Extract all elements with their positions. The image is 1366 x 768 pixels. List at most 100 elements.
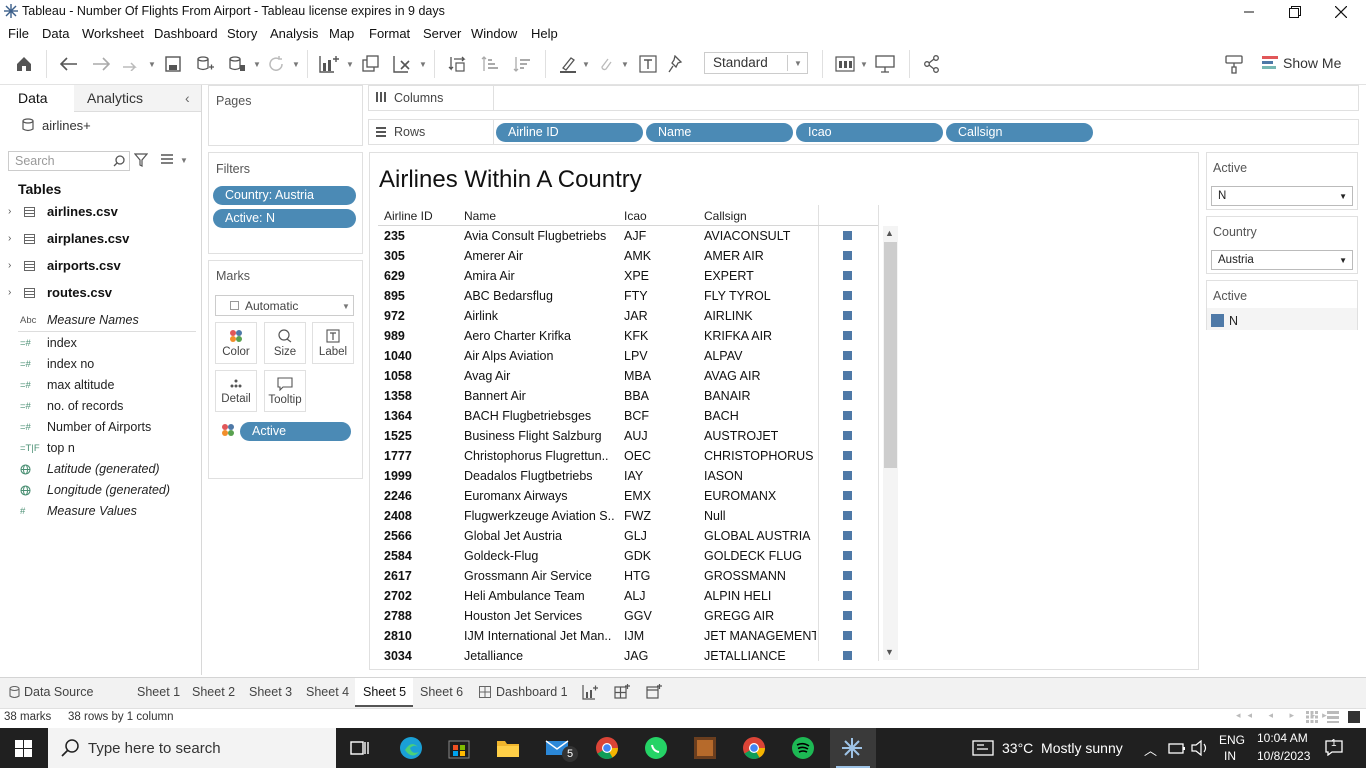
chevron-down-icon[interactable]: ▼	[621, 60, 629, 69]
table-item[interactable]: routes.csv	[47, 285, 112, 300]
chrome-icon[interactable]	[594, 736, 620, 760]
menu-story[interactable]: Story	[227, 26, 257, 41]
home-icon[interactable]	[13, 53, 35, 75]
scroll-up-icon[interactable]: ▲	[885, 228, 894, 238]
pause-datasource-icon[interactable]	[226, 53, 248, 75]
swap-rows-columns-icon[interactable]	[446, 53, 468, 75]
language-region[interactable]: IN	[1224, 749, 1236, 763]
mark-square[interactable]	[843, 311, 852, 320]
tab-sheet-3[interactable]: Sheet 3	[249, 685, 292, 699]
tab-sheet-6[interactable]: Sheet 6	[420, 685, 463, 699]
field-item[interactable]: Longitude (generated)	[47, 483, 170, 497]
menu-help[interactable]: Help	[531, 26, 558, 41]
network-icon[interactable]	[1168, 741, 1186, 755]
tab-dashboard-1[interactable]: Dashboard 1	[496, 685, 568, 699]
expand-chevron-icon[interactable]: ›	[8, 287, 11, 298]
mark-square[interactable]	[843, 291, 852, 300]
language-code[interactable]: ENG	[1219, 733, 1245, 747]
field-item[interactable]: Number of Airports	[47, 420, 151, 434]
mark-square[interactable]	[843, 531, 852, 540]
tab-data-source[interactable]: Data Source	[24, 685, 93, 699]
chevron-down-icon[interactable]: ▼	[860, 60, 868, 69]
menu-worksheet[interactable]: Worksheet	[82, 26, 144, 41]
table-item[interactable]: airlines.csv	[47, 204, 118, 219]
task-view-icon[interactable]	[350, 738, 370, 758]
fix-axes-icon[interactable]	[666, 53, 688, 75]
sheet-navigation-arrows[interactable]: ◂◂ ◂ ▸ ▸▸	[1236, 710, 1334, 721]
chevron-down-icon[interactable]: ▼	[582, 60, 590, 69]
rows-pill-airline-id[interactable]: Airline ID	[496, 123, 643, 142]
refresh-icon[interactable]	[265, 53, 287, 75]
save-icon[interactable]	[162, 53, 184, 75]
color-button[interactable]: Color	[215, 322, 257, 364]
highlight-icon[interactable]	[557, 53, 579, 75]
collapse-pane-icon[interactable]: ‹	[185, 90, 190, 106]
new-worksheet-icon[interactable]	[318, 53, 340, 75]
whatsapp-icon[interactable]	[643, 736, 669, 760]
clear-sheet-icon[interactable]	[392, 53, 414, 75]
format-painter-icon[interactable]	[1223, 53, 1245, 75]
rows-pill-callsign[interactable]: Callsign	[946, 123, 1093, 142]
edge-icon[interactable]	[398, 736, 424, 760]
field-item[interactable]: max altitude	[47, 378, 114, 392]
menu-server[interactable]: Server	[423, 26, 461, 41]
show-me-button[interactable]: Show Me	[1283, 55, 1341, 71]
show-labels-icon[interactable]	[637, 53, 659, 75]
store-icon[interactable]	[446, 736, 472, 760]
mark-square[interactable]	[843, 411, 852, 420]
duplicate-sheet-icon[interactable]	[360, 53, 382, 75]
view-list-icon[interactable]	[160, 153, 174, 165]
mark-square[interactable]	[843, 611, 852, 620]
mark-square[interactable]	[843, 471, 852, 480]
show-cards-icon[interactable]	[834, 53, 856, 75]
share-icon[interactable]	[921, 53, 943, 75]
menu-window[interactable]: Window	[471, 26, 517, 41]
replay-icon[interactable]	[120, 53, 142, 75]
mark-square[interactable]	[843, 331, 852, 340]
menu-file[interactable]: File	[8, 26, 29, 41]
field-item[interactable]: Measure Values	[47, 504, 137, 518]
sheet-sorter-icon[interactable]	[1306, 711, 1318, 723]
field-item[interactable]: no. of records	[47, 399, 123, 413]
filter-icon[interactable]	[134, 153, 148, 167]
tableau-taskbar-icon[interactable]	[840, 736, 866, 760]
rows-pill-icao[interactable]: Icao	[796, 123, 943, 142]
mark-square[interactable]	[843, 371, 852, 380]
windows-start-icon[interactable]	[15, 740, 32, 757]
field-item[interactable]: top n	[47, 441, 75, 455]
pages-card[interactable]: Pages	[208, 85, 363, 146]
menu-dashboard[interactable]: Dashboard	[154, 26, 218, 41]
detail-button[interactable]: Detail	[215, 370, 257, 412]
chevron-down-icon[interactable]: ▼	[419, 60, 427, 69]
mark-square[interactable]	[843, 491, 852, 500]
menu-format[interactable]: Format	[369, 26, 410, 41]
sort-descending-icon[interactable]	[511, 53, 533, 75]
clock-time[interactable]: 10:04 AM	[1257, 731, 1308, 745]
label-button[interactable]: Label	[312, 322, 354, 364]
spotify-icon[interactable]	[790, 736, 816, 760]
mark-square[interactable]	[843, 651, 852, 660]
menu-map[interactable]: Map	[329, 26, 354, 41]
active-filter-dropdown[interactable]: N ▼	[1211, 186, 1353, 206]
mark-square[interactable]	[843, 351, 852, 360]
chevron-down-icon[interactable]: ▼	[148, 60, 156, 69]
mark-square[interactable]	[843, 591, 852, 600]
new-story-tab-icon[interactable]	[646, 684, 662, 700]
search-field[interactable]: Search	[8, 151, 130, 171]
mark-square[interactable]	[843, 391, 852, 400]
expand-chevron-icon[interactable]: ›	[8, 206, 11, 217]
marks-pill-active[interactable]: Active	[240, 422, 351, 441]
country-filter-dropdown[interactable]: Austria ▼	[1211, 250, 1353, 270]
clock-date[interactable]: 10/8/2023	[1257, 749, 1310, 763]
table-item[interactable]: airports.csv	[47, 258, 121, 273]
mark-square[interactable]	[843, 231, 852, 240]
chrome-profile-icon[interactable]	[741, 736, 767, 760]
tab-sheet-2[interactable]: Sheet 2	[192, 685, 235, 699]
mark-square[interactable]	[843, 511, 852, 520]
filter-pill-active[interactable]: Active: N	[213, 209, 356, 228]
weather-icon[interactable]	[972, 740, 994, 756]
volume-icon[interactable]	[1191, 740, 1209, 756]
weather-text[interactable]: 33°C Mostly sunny	[1002, 740, 1123, 756]
scrollbar-thumb[interactable]	[884, 242, 897, 468]
field-item[interactable]: Latitude (generated)	[47, 462, 160, 476]
